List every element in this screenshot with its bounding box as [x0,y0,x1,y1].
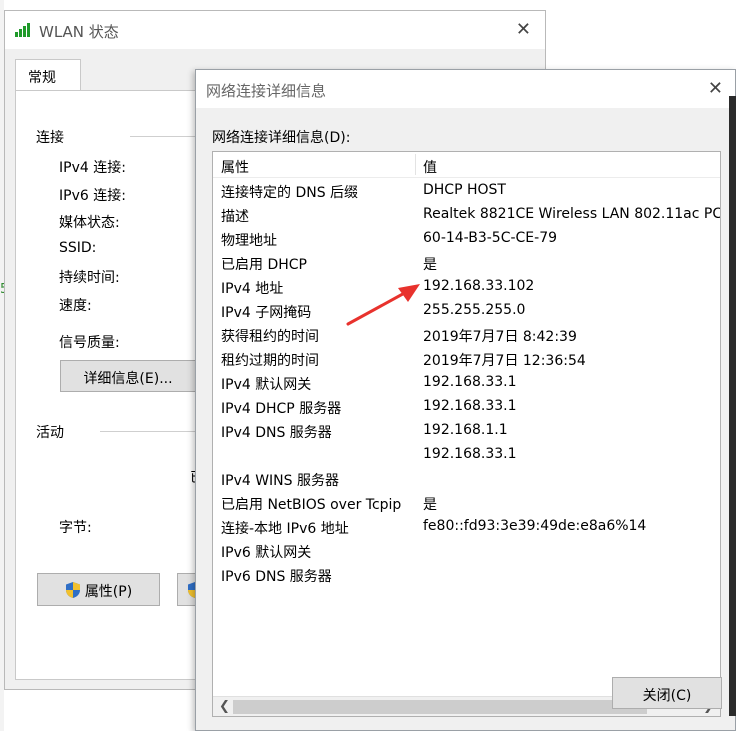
network-details-dialog: 网络连接详细信息 ✕ 网络连接详细信息(D): 属性 值 连接特定的 DNS 后… [195,69,736,731]
list-item[interactable]: IPv4 DNS 服务器 192.168.1.1 [213,419,720,443]
list-item[interactable]: IPv4 DHCP 服务器 192.168.33.1 [213,395,720,419]
property-cell: IPv4 默认网关 [221,377,312,393]
activity-group-label: 活动 [36,425,64,441]
scrollbar-thumb[interactable] [233,700,647,714]
close-icon[interactable]: ✕ [516,19,531,40]
list-item[interactable]: IPv4 WINS 服务器 [213,467,720,491]
value-cell: fe80::fd93:3e39:49de:e8a6%14 [423,518,647,534]
scroll-left-icon[interactable]: ❮ [219,699,230,714]
properties-button[interactable]: 属性(P) [37,573,160,606]
list-item[interactable]: 物理地址 60-14-B3-5C-CE-79 [213,227,720,251]
ipv4-connectivity-label: IPv4 连接: [59,160,126,176]
ipv6-connectivity-label: IPv6 连接: [59,188,126,204]
list-rows: 连接特定的 DNS 后缀 DHCP HOST 描述 Realtek 8821CE Wi… [213,179,720,587]
property-cell: IPv4 DHCP 服务器 [221,401,342,417]
list-item[interactable]: 连接-本地 IPv6 地址 fe80::fd93:3e39:49de:e8a6%1… [213,515,720,539]
value-cell: 192.168.1.1 [423,422,508,438]
property-cell: 物理地址 [221,233,277,249]
speed-label: 速度: [59,298,92,314]
bytes-label: 字节: [59,520,92,536]
close-button[interactable]: 关闭(C) [612,677,722,709]
property-cell: 连接特定的 DNS 后缀 [221,185,359,201]
property-cell: 已启用 DHCP [221,257,307,273]
list-item[interactable]: 获得租约的时间 2019年7月7日 8:42:39 [213,323,720,347]
title-bar[interactable]: WLAN 状态 ✕ [5,11,545,49]
background-window-edge [729,96,736,716]
property-cell: IPv4 DNS 服务器 [221,425,332,441]
value-cell: 是 [423,257,437,273]
property-cell: 描述 [221,209,249,225]
column-header-value[interactable]: 值 [423,157,437,177]
value-cell: 是 [423,497,437,513]
list-item[interactable]: 已启用 NetBIOS over Tcpip 是 [213,491,720,515]
title-bar[interactable]: 网络连接详细信息 ✕ [196,70,735,108]
list-header: 属性 值 [213,152,720,178]
value-cell: 192.168.33.1 [423,446,517,462]
property-cell: 已启用 NetBIOS over Tcpip [221,497,402,513]
list-item[interactable]: IPv4 地址 192.168.33.102 [213,275,720,299]
media-state-label: 媒体状态: [59,215,120,231]
close-icon[interactable]: ✕ [708,78,723,99]
value-cell: 255.255.255.0 [423,302,526,318]
value-cell: 2019年7月7日 8:42:39 [423,329,577,345]
annotation-arrow-icon [346,284,420,326]
window-title: WLAN 状态 [39,23,119,41]
list-item[interactable]: 描述 Realtek 8821CE Wireless LAN 802.11ac P… [213,203,720,227]
property-cell: 连接-本地 IPv6 地址 [221,521,349,537]
value-cell: 192.168.33.102 [423,278,535,294]
value-cell: 192.168.33.1 [423,374,517,390]
details-list[interactable]: 属性 值 连接特定的 DNS 后缀 DHCP HOST 描述 Realtek 8821… [212,151,721,717]
properties-button-label: 属性(P) [84,584,133,600]
list-item[interactable]: IPv6 默认网关 [213,539,720,563]
ssid-label: SSID: [59,240,97,256]
list-item[interactable]: 已启用 DHCP 是 [213,251,720,275]
value-cell: 60-14-B3-5C-CE-79 [423,230,558,246]
group-divider [100,431,210,432]
property-cell: IPv6 DNS 服务器 [221,569,332,585]
value-cell: 192.168.33.1 [423,398,517,414]
property-cell: IPv4 WINS 服务器 [221,473,339,489]
duration-label: 持续时间: [59,270,120,286]
property-cell: 租约过期的时间 [221,353,319,369]
list-item[interactable]: 192.168.33.1 [213,443,720,467]
property-cell: IPv6 默认网关 [221,545,312,561]
dialog-title: 网络连接详细信息 [206,82,327,100]
list-item[interactable]: 租约过期的时间 2019年7月7日 12:36:54 [213,347,720,371]
value-cell: 2019年7月7日 12:36:54 [423,353,586,369]
column-header-property[interactable]: 属性 [221,157,249,177]
uac-shield-icon [65,582,80,598]
list-item[interactable]: IPv4 子网掩码 255.255.255.0 [213,299,720,323]
details-button[interactable]: 详细信息(E)... [60,360,196,392]
value-cell: DHCP HOST [423,182,506,198]
tab-general[interactable]: 常规 [15,59,81,91]
property-cell: IPv4 子网掩码 [221,305,312,321]
connection-group-label: 连接 [36,130,64,146]
property-cell: 获得租约的时间 [221,329,319,345]
list-item[interactable]: IPv6 DNS 服务器 [213,563,720,587]
details-caption: 网络连接详细信息(D): [212,130,351,146]
wifi-signal-icon [15,23,35,37]
list-item[interactable]: IPv4 默认网关 192.168.33.1 [213,371,720,395]
signal-quality-label: 信号质量: [59,335,120,351]
property-cell: IPv4 地址 [221,281,284,297]
value-cell: Realtek 8821CE Wireless LAN 802.11ac PCI… [423,206,721,222]
list-item[interactable]: 连接特定的 DNS 后缀 DHCP HOST [213,179,720,203]
column-separator[interactable] [415,154,416,175]
